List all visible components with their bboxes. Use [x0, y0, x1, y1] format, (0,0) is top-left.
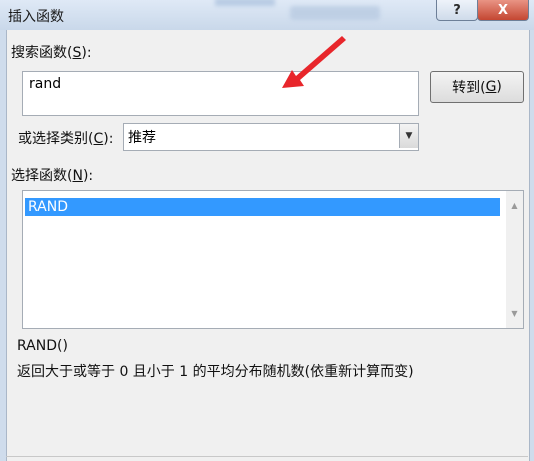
search-input-value: rand — [29, 76, 62, 92]
list-scrollbar[interactable]: ▲ ▼ — [506, 191, 523, 328]
function-signature: RAND() — [17, 338, 68, 354]
window-title: 插入函数 — [8, 9, 64, 25]
category-selected-value: 推荐 — [128, 130, 156, 146]
function-description: 返回大于或等于 0 且小于 1 的平均分布随机数(依重新计算而变) — [17, 364, 414, 380]
functions-label: 选择函数(N): — [11, 168, 94, 184]
goto-button[interactable]: 转到(G) — [430, 71, 524, 103]
search-label: 搜索函数(S): — [11, 45, 92, 61]
title-bar[interactable]: 插入函数 ? X — [0, 0, 534, 30]
insert-function-dialog: 插入函数 ? X 搜索函数(S): rand 转到(G) 或选择类别(C): 推… — [0, 0, 534, 461]
list-item[interactable]: RAND — [25, 198, 500, 216]
search-input[interactable]: rand — [22, 71, 419, 116]
function-list[interactable]: RAND ▲ ▼ — [22, 190, 524, 329]
blurred-background — [215, 0, 275, 6]
category-label: 或选择类别(C): — [18, 131, 114, 147]
category-select[interactable]: 推荐 ▼ — [123, 123, 419, 151]
dialog-body: 搜索函数(S): rand 转到(G) 或选择类别(C): 推荐 ▼ 选择函数(… — [6, 30, 530, 461]
scroll-down-icon[interactable]: ▼ — [506, 305, 523, 322]
close-button[interactable]: X — [477, 0, 529, 21]
scroll-up-icon[interactable]: ▲ — [506, 197, 523, 214]
dropdown-arrow-icon[interactable]: ▼ — [399, 124, 418, 148]
help-icon: ? — [453, 2, 461, 18]
help-button[interactable]: ? — [436, 0, 478, 21]
divider — [6, 456, 528, 457]
blurred-background — [290, 6, 380, 20]
close-icon: X — [497, 2, 509, 18]
